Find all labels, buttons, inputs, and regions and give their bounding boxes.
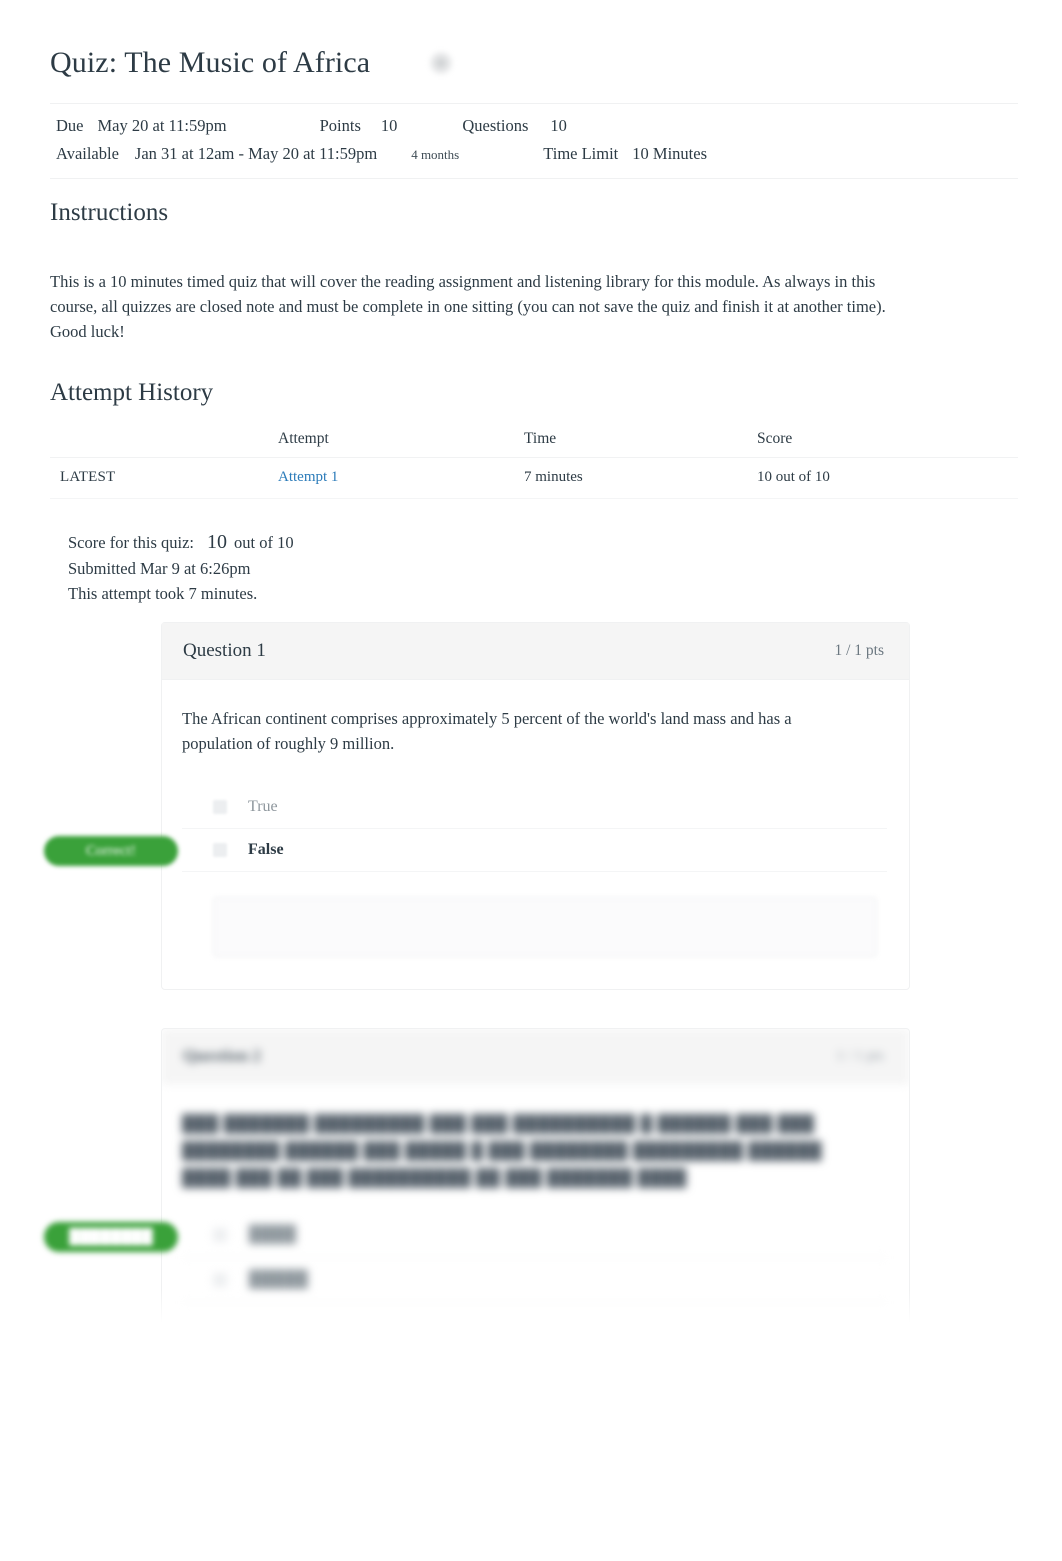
question-1-points: 1 / 1 pts [834, 642, 884, 659]
status-badge-correct-2: ████████ [44, 1222, 178, 1252]
attempt-cell: Attempt 1 [278, 458, 524, 499]
radio-icon[interactable] [213, 1228, 227, 1242]
column-header-time: Time [524, 430, 557, 447]
question-1-title: Question 1 [183, 640, 266, 661]
instructions-body: This is a 10 minutes timed quiz that wil… [50, 271, 886, 341]
score-summary: Score for this quiz: 10 out of 10 Submit… [68, 530, 294, 607]
page-title-row: Quiz: The Music of Africa [50, 46, 455, 80]
question-2-body: ███ ███████ █████████ ███ ███ ██████████… [162, 1084, 909, 1321]
column-header-kept [50, 424, 278, 458]
question-2-header: Question 2 1 / 1 pts [162, 1029, 909, 1084]
attempt-duration-line: This attempt took 7 minutes. [68, 584, 258, 603]
attempt-kept-label: LATEST [50, 458, 278, 499]
instructions-heading: Instructions [50, 199, 169, 226]
question-1-body: The African continent comprises approxim… [162, 680, 909, 989]
score-label: Score for this quiz: [68, 533, 195, 552]
question-2-points: 1 / 1 pts [836, 1047, 884, 1064]
attempt-history-body: LATEST Attempt 1 7 minutes 10 out of 10 [50, 458, 1018, 499]
status-badge-correct-1: Correct! [44, 836, 178, 866]
questions-label: Questions [462, 116, 529, 135]
radio-icon[interactable] [213, 843, 227, 857]
quiz-meta-block: Due May 20 at 11:59pm Points 10 Question… [50, 103, 1018, 179]
answer-option-false[interactable]: False [182, 829, 887, 872]
points-label: Points [319, 116, 361, 135]
question-2-text: ███ ███████ █████████ ███ ███ ██████████… [182, 1114, 823, 1187]
attempt-history-table: Attempt Time Score LATEST Attempt 1 7 mi… [50, 424, 1018, 499]
quiz-meta-line-secondary: Available Jan 31 at 12am - May 20 at 11:… [50, 140, 1018, 169]
points-value: 10 [380, 116, 398, 135]
answer-label-false: False [248, 841, 284, 858]
question-2-answers: ████ █████ [182, 1213, 887, 1303]
radio-icon[interactable] [213, 1273, 227, 1287]
page-title: Quiz: The Music of Africa [50, 46, 371, 79]
submitted-line: Submitted Mar 9 at 6:26pm [68, 558, 251, 578]
table-row: LATEST Attempt 1 7 minutes 10 out of 10 [50, 458, 1018, 499]
questions-value: 10 [550, 116, 567, 135]
time-limit-value: 10 Minutes [632, 144, 707, 163]
availability-duration: 4 months [411, 147, 460, 162]
status-badge-label: Correct! [86, 842, 136, 859]
attempt-time: 7 minutes [524, 469, 583, 485]
due-value: May 20 at 11:59pm [97, 116, 227, 135]
due-label: Due [56, 116, 84, 135]
question-2-title: Question 2 [183, 1046, 261, 1065]
answer-label-true: True [248, 798, 278, 815]
attempt-link[interactable]: Attempt 1 [278, 469, 338, 485]
question-1-header: Question 1 1 / 1 pts [162, 623, 909, 680]
attempt-score: 10 out of 10 [757, 469, 830, 485]
available-value: Jan 31 at 12am - May 20 at 11:59pm [134, 144, 378, 163]
attempt-history-heading: Attempt History [50, 379, 214, 406]
score-out-of: out of 10 [234, 533, 294, 552]
table-header-row: Attempt Time Score [50, 424, 1018, 458]
available-label: Available [56, 144, 119, 163]
question-1-feedback-box [213, 897, 877, 957]
score-line: Score for this quiz: 10 out of 10 [68, 530, 294, 556]
question-card-2: Question 2 1 / 1 pts ███ ███████ ███████… [161, 1028, 910, 1333]
blurred-circle-icon [428, 50, 455, 76]
answer-label-2: █████ [249, 1271, 309, 1288]
question-1-text: The African continent comprises approxim… [182, 709, 792, 753]
answer-label-1: ████ [249, 1226, 297, 1243]
answer-option-2[interactable]: █████ [182, 1258, 887, 1303]
quiz-meta-line-primary: Due May 20 at 11:59pm Points 10 Question… [50, 112, 1018, 140]
time-limit-label: Time Limit [543, 144, 619, 163]
quiz-results-page: Quiz: The Music of Africa Due May 20 at … [0, 0, 1062, 1561]
latest-badge: LATEST [60, 469, 116, 485]
radio-icon[interactable] [213, 800, 227, 814]
answer-option-true[interactable]: True [182, 786, 887, 829]
column-header-score: Score [757, 430, 793, 447]
answer-option-1[interactable]: ████ [182, 1213, 887, 1258]
question-1-answers: True False [182, 786, 887, 872]
column-header-attempt: Attempt [278, 430, 329, 447]
attempt-history-header: Attempt Time Score [50, 424, 1018, 458]
score-value: 10 [207, 531, 228, 553]
status-badge-label: ████████ [69, 1228, 153, 1245]
question-card-1: Question 1 1 / 1 pts The African contine… [161, 622, 910, 990]
